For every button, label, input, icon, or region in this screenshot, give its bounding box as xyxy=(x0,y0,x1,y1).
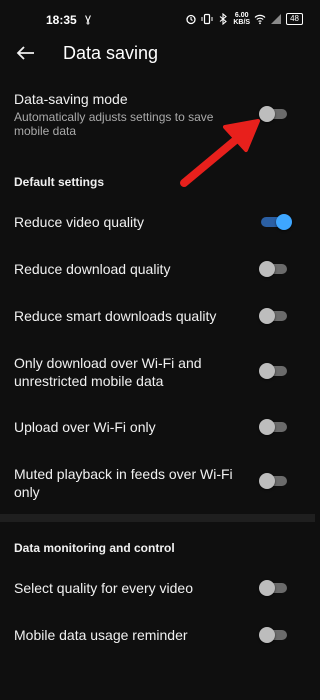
toggle-thumb xyxy=(259,308,275,324)
setting-label: Reduce smart downloads quality xyxy=(14,308,217,324)
setting-row-muted-playback[interactable]: Muted playback in feeds over Wi-Fi only xyxy=(0,463,315,503)
toggle-thumb xyxy=(259,261,275,277)
data-saving-mode-label: Data-saving mode xyxy=(14,91,128,107)
reduce-smart-downloads-quality-toggle[interactable] xyxy=(259,308,289,324)
speed-value: 6.00 xyxy=(234,12,249,19)
bluetooth-icon xyxy=(220,13,228,25)
setting-row-only-download-over-wifi[interactable]: Only download over Wi-Fi and unrestricte… xyxy=(0,352,315,392)
setting-label: Reduce video quality xyxy=(14,214,144,230)
status-icons: 6.00 KB/S 48 xyxy=(185,12,303,26)
app-bar: Data saving xyxy=(0,40,315,70)
mobile-data-usage-reminder-toggle[interactable] xyxy=(259,627,289,643)
reduce-video-quality-toggle[interactable] xyxy=(259,214,292,230)
data-monitoring-heading: Data monitoring and control xyxy=(14,541,175,555)
back-arrow-icon[interactable] xyxy=(14,42,36,64)
setting-row-reduce-smart-downloads-quality[interactable]: Reduce smart downloads quality xyxy=(0,304,315,328)
battery-icon: 48 xyxy=(286,13,303,25)
setting-label: Only download over Wi-Fi and unrestricte… xyxy=(14,355,202,389)
speed-unit: KB/S xyxy=(233,19,251,26)
setting-label: Upload over Wi-Fi only xyxy=(14,419,156,435)
toggle-thumb xyxy=(259,419,275,435)
setting-row-upload-over-wifi-only[interactable]: Upload over Wi-Fi only xyxy=(0,415,315,439)
page-title: Data saving xyxy=(63,43,159,63)
status-time: 18:35 xyxy=(46,13,77,27)
toggle-thumb xyxy=(259,627,275,643)
upload-over-wifi-only-toggle[interactable] xyxy=(259,419,289,435)
wifi-icon xyxy=(254,14,266,25)
annotation-arrow-icon xyxy=(180,119,260,187)
toggle-thumb xyxy=(259,473,275,489)
default-settings-heading: Default settings xyxy=(14,175,105,189)
setting-row-reduce-video-quality[interactable]: Reduce video quality xyxy=(0,210,315,234)
setting-label: Select quality for every video xyxy=(14,580,193,596)
network-speed: 6.00 KB/S xyxy=(233,12,250,26)
only-download-over-wifi-toggle[interactable] xyxy=(259,363,289,379)
signal-icon xyxy=(271,14,282,24)
status-bar: 18:35 ɣ 6.00 KB/S 48 xyxy=(0,0,315,40)
setting-label: Reduce download quality xyxy=(14,261,171,277)
alarm-icon xyxy=(186,14,197,25)
setting-row-select-quality-every-video[interactable]: Select quality for every video xyxy=(0,576,315,600)
vibrate-icon xyxy=(201,13,213,25)
toggle-thumb xyxy=(276,214,292,230)
setting-label: Muted playback in feeds over Wi-Fi only xyxy=(14,466,233,500)
setting-label: Mobile data usage reminder xyxy=(14,627,188,643)
toggle-thumb xyxy=(259,580,275,596)
setting-row-reduce-download-quality[interactable]: Reduce download quality xyxy=(0,257,315,281)
muted-playback-toggle[interactable] xyxy=(259,473,289,489)
select-quality-every-video-toggle[interactable] xyxy=(259,580,289,596)
notification-icon: ɣ xyxy=(85,11,92,25)
reduce-download-quality-toggle[interactable] xyxy=(259,261,289,277)
section-divider xyxy=(0,514,315,522)
toggle-thumb xyxy=(259,363,275,379)
setting-row-mobile-data-usage-reminder[interactable]: Mobile data usage reminder xyxy=(0,623,315,647)
